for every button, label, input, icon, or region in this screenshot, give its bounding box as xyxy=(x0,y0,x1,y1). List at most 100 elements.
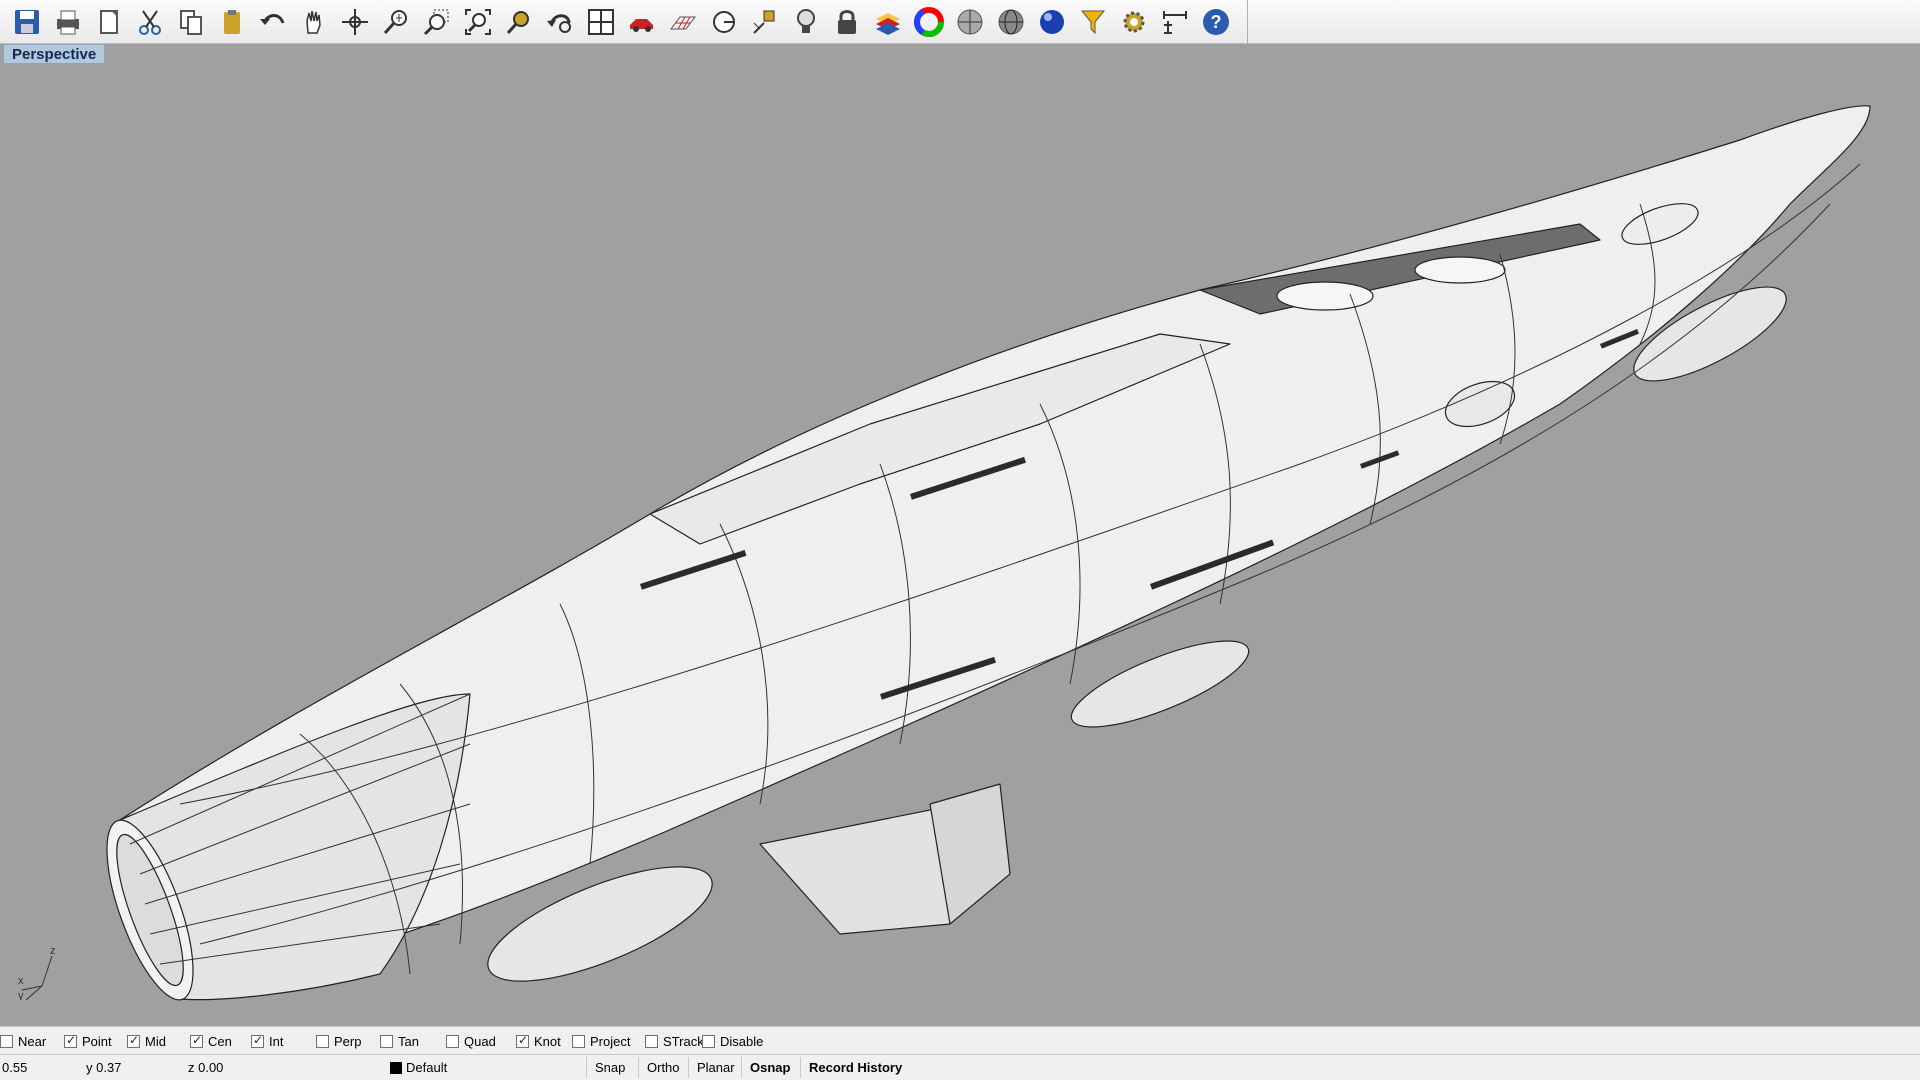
zoom-window-icon xyxy=(423,9,448,36)
axis-x-label: x xyxy=(18,975,24,987)
undo-view-button[interactable] xyxy=(541,4,578,40)
lock-button[interactable] xyxy=(828,4,865,40)
osnap-near-checkbox[interactable] xyxy=(0,1034,13,1048)
shaded-sphere-icon xyxy=(957,9,982,35)
rotate-view-icon xyxy=(341,9,368,35)
standard-toolbar: ? xyxy=(0,0,1920,44)
spaceship-wireframe-model[interactable] xyxy=(0,44,1920,1026)
osnap-disable[interactable]: Disable xyxy=(702,1031,763,1051)
status-pane-planar[interactable]: Planar xyxy=(688,1057,743,1078)
osnap-perp[interactable]: Perp xyxy=(316,1031,361,1051)
status-pane-osnap[interactable]: Osnap xyxy=(741,1057,798,1078)
axis-y-label: y xyxy=(18,990,24,1000)
osnap-point-checkbox[interactable] xyxy=(64,1033,77,1048)
snap-button[interactable] xyxy=(746,4,783,40)
zoom-window-button[interactable] xyxy=(418,4,455,40)
osnap-knot-checkbox[interactable] xyxy=(516,1033,529,1048)
undo-view-icon xyxy=(546,14,571,33)
help-icon: ? xyxy=(1202,9,1229,35)
help-button[interactable]: ? xyxy=(1197,4,1234,40)
coord-z: z 0.00 xyxy=(188,1060,224,1075)
osnap-near-label: Near xyxy=(18,1033,47,1049)
rendered-sphere-icon xyxy=(1039,10,1064,34)
four-viewports-button[interactable] xyxy=(582,4,619,40)
osnap-mid[interactable]: Mid xyxy=(127,1031,166,1051)
zoom-extents-button[interactable] xyxy=(459,4,496,40)
layer-color-swatch xyxy=(390,1062,402,1074)
osnap-disable-checkbox[interactable] xyxy=(702,1034,715,1048)
osnap-int-label: Int xyxy=(269,1033,284,1049)
viewport-title-tab[interactable]: Perspective xyxy=(3,44,106,64)
print-icon xyxy=(56,10,79,35)
light-bulb-button[interactable] xyxy=(787,4,824,40)
perspective-viewport[interactable]: Perspective z x y xyxy=(0,44,1920,1026)
osnap-bar: Near Point Mid Cen Int Perp Tan Quad Knot Project… xyxy=(0,1026,1920,1054)
paste-button[interactable] xyxy=(213,4,250,40)
lock-icon xyxy=(837,10,856,34)
osnap-mid-checkbox[interactable] xyxy=(127,1033,140,1048)
osnap-knot-label: Knot xyxy=(534,1033,561,1049)
rendered-sphere-button[interactable] xyxy=(1033,4,1070,40)
copy-doc-button[interactable] xyxy=(90,4,127,40)
osnap-tan[interactable]: Tan xyxy=(380,1031,419,1051)
print-button[interactable] xyxy=(49,4,86,40)
osnap-mid-label: Mid xyxy=(145,1033,166,1049)
osnap-knot[interactable]: Knot xyxy=(516,1031,561,1051)
osnap-perp-label: Perp xyxy=(334,1033,362,1049)
osnap-tan-checkbox[interactable] xyxy=(380,1034,393,1048)
pan-hand-icon xyxy=(305,10,321,34)
pan-hand-button[interactable] xyxy=(295,4,332,40)
osnap-int[interactable]: Int xyxy=(251,1031,283,1051)
undo-button[interactable] xyxy=(254,4,291,40)
coord-x: 0.55 xyxy=(2,1060,28,1075)
osnap-strack[interactable]: STrack xyxy=(645,1031,704,1051)
rotate-view-button[interactable] xyxy=(336,4,373,40)
osnap-near[interactable]: Near xyxy=(0,1031,46,1051)
cplane-icon xyxy=(712,11,735,33)
shaded-sphere-button[interactable] xyxy=(951,4,988,40)
osnap-strack-checkbox[interactable] xyxy=(645,1034,658,1048)
dimension-button[interactable] xyxy=(1156,4,1193,40)
funnel-button[interactable] xyxy=(1074,4,1111,40)
osnap-cen-checkbox[interactable] xyxy=(190,1033,203,1048)
layer-name: Default xyxy=(406,1060,448,1075)
color-wheel-button[interactable] xyxy=(910,4,947,40)
named-view-icon xyxy=(629,19,653,32)
color-wheel-icon xyxy=(913,7,944,37)
copy-icon xyxy=(179,10,202,35)
options-gear-button[interactable] xyxy=(1115,4,1152,40)
osnap-quad-checkbox[interactable] xyxy=(446,1034,459,1048)
zoom-dynamic-button[interactable] xyxy=(377,4,414,40)
snap-icon xyxy=(752,10,774,34)
osnap-int-checkbox[interactable] xyxy=(251,1033,264,1048)
named-view-button[interactable] xyxy=(623,4,660,40)
osnap-tan-label: Tan xyxy=(398,1033,419,1049)
osnap-quad[interactable]: Quad xyxy=(446,1031,496,1051)
axis-z-label: z xyxy=(50,945,56,957)
save-button[interactable] xyxy=(8,4,45,40)
current-layer[interactable]: Default xyxy=(390,1059,447,1077)
osnap-project[interactable]: Project xyxy=(572,1031,630,1051)
layers-button[interactable] xyxy=(869,4,906,40)
cplane-button[interactable] xyxy=(705,4,742,40)
osnap-perp-checkbox[interactable] xyxy=(316,1034,329,1048)
status-pane-record-history[interactable]: Record History xyxy=(800,1057,910,1078)
paste-icon xyxy=(223,10,240,34)
osnap-project-checkbox[interactable] xyxy=(572,1034,585,1048)
copy-button[interactable] xyxy=(172,4,209,40)
save-icon xyxy=(14,10,39,34)
options-gear-icon xyxy=(1123,11,1144,33)
status-pane-snap[interactable]: Snap xyxy=(586,1057,633,1078)
lower-pod-2 xyxy=(1070,640,1250,728)
cut-button[interactable] xyxy=(131,4,168,40)
zoom-selected-button[interactable] xyxy=(500,4,537,40)
osnap-point[interactable]: Point xyxy=(64,1031,112,1051)
grid-button[interactable] xyxy=(664,4,701,40)
ventral-fin xyxy=(759,803,961,935)
osnap-cen-label: Cen xyxy=(208,1033,232,1049)
status-pane-ortho[interactable]: Ortho xyxy=(638,1057,688,1078)
osnap-cen[interactable]: Cen xyxy=(190,1031,232,1051)
dimension-icon xyxy=(1162,11,1187,34)
status-bar: 0.55 y 0.37 z 0.00 Default Snap Ortho Plan… xyxy=(0,1054,1920,1080)
wireframe-sphere-button[interactable] xyxy=(992,4,1029,40)
